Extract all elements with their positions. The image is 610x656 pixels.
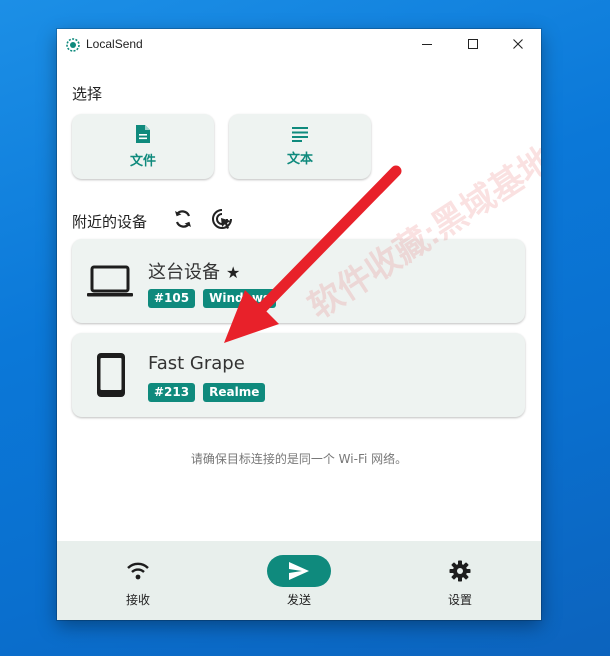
device-id-tag: #213: [148, 383, 196, 402]
localsend-window: LocalSend 选择 文件 文本 附近的设备 这台设备 ★ #105 Win…: [57, 29, 541, 620]
select-text-label: 文本: [286, 152, 313, 167]
device-tags: #105 Windows: [148, 289, 277, 308]
select-text-button[interactable]: 文本: [229, 114, 371, 179]
same-network-hint: 请确保目标连接的是同一个 Wi-Fi 网络。: [190, 452, 408, 466]
nav-settings[interactable]: 设置: [410, 541, 510, 620]
scan-target-icon[interactable]: [210, 207, 234, 231]
device-id-tag: #105: [148, 289, 196, 308]
device-card-this-device[interactable]: 这台设备 ★ #105 Windows: [72, 239, 525, 323]
device-model-tag: Realme: [203, 383, 266, 402]
device-os-tag: Windows: [203, 289, 277, 308]
refresh-icon[interactable]: [172, 208, 194, 230]
star-icon: ★: [226, 263, 241, 282]
device-card-fast-grape[interactable]: Fast Grape #213 Realme: [72, 333, 525, 417]
select-file-button[interactable]: 文件: [72, 114, 214, 179]
maximize-icon: [468, 39, 478, 49]
device-name: 这台设备 ★: [148, 258, 240, 284]
title-bar[interactable]: LocalSend: [57, 29, 541, 59]
text-icon: [292, 127, 308, 142]
bottom-navigation: 接收 发送 设置: [57, 541, 541, 620]
minimize-icon: [422, 44, 432, 45]
send-icon: [289, 562, 309, 580]
wifi-icon: [127, 562, 149, 580]
file-icon: [136, 125, 150, 143]
select-file-label: 文件: [129, 154, 156, 169]
nav-receive[interactable]: 接收: [88, 541, 188, 620]
device-name: Fast Grape: [148, 353, 245, 374]
device-tags: #213 Realme: [148, 383, 266, 402]
select-section-title: 选择: [72, 85, 103, 103]
close-icon: [513, 39, 523, 49]
window-title: LocalSend: [86, 37, 143, 51]
nav-send-label: 发送: [286, 593, 311, 607]
gear-icon: [449, 560, 471, 582]
laptop-icon: [87, 265, 133, 297]
device-name-text: 这台设备: [148, 262, 220, 283]
minimize-button[interactable]: [404, 29, 450, 59]
maximize-button[interactable]: [450, 29, 496, 59]
nav-send[interactable]: 发送: [249, 541, 349, 620]
nav-settings-label: 设置: [447, 593, 472, 607]
phone-icon: [97, 353, 125, 397]
nav-receive-label: 接收: [125, 593, 150, 607]
nearby-devices-title: 附近的设备: [72, 213, 148, 231]
close-button[interactable]: [495, 29, 541, 59]
localsend-logo-icon: [66, 38, 80, 52]
